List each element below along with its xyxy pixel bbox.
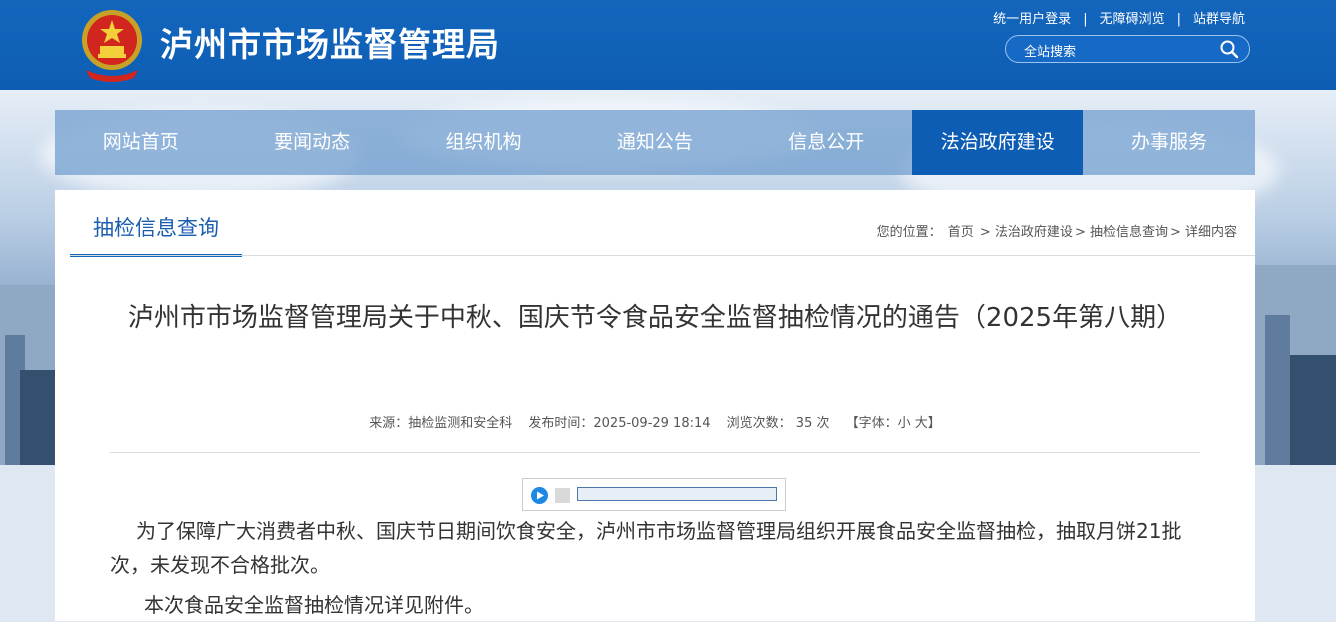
article-source: 来源：抽检监测和安全科 — [369, 416, 513, 431]
breadcrumb: 您的位置： 首页 > 法治政府建设 > 抽检信息查询 > 详细内容 — [876, 221, 1238, 240]
site-title[interactable]: 泸州市市场监督管理局 — [160, 22, 500, 68]
nav-item-rule-of-law[interactable]: 法治政府建设 — [911, 110, 1084, 175]
section-tab[interactable]: 抽检信息查询 — [70, 214, 242, 257]
nav-item-home[interactable]: 网站首页 — [55, 110, 226, 175]
national-emblem-icon — [82, 10, 142, 82]
search-box[interactable]: 全站搜索 — [1005, 35, 1250, 63]
play-icon[interactable] — [531, 487, 548, 504]
nav-item-services[interactable]: 办事服务 — [1083, 110, 1254, 175]
article-paragraph: 本次食品安全监督抽检情况详见附件。 — [144, 593, 484, 617]
nav-item-organization[interactable]: 组织机构 — [398, 110, 569, 175]
separator: | — [1176, 12, 1181, 27]
breadcrumb-detail: > 详细内容 — [1169, 225, 1237, 240]
breadcrumb-prefix: 您的位置： — [876, 225, 942, 240]
article-meta: 来源：抽检监测和安全科 发布时间：2025-09-29 18:14 浏览次数： … — [55, 412, 1255, 431]
breadcrumb-home[interactable]: 首页 — [948, 225, 974, 240]
stop-button[interactable] — [555, 488, 570, 503]
article-title: 泸州市市场监督管理局关于中秋、国庆节令食品安全监督抽检情况的通告（2025年第八… — [127, 303, 1183, 333]
nav-item-notices[interactable]: 通知公告 — [569, 110, 740, 175]
main-nav: 网站首页 要闻动态 组织机构 通知公告 信息公开 法治政府建设 办事服务 — [55, 110, 1255, 175]
separator: | — [1083, 12, 1088, 27]
meta-divider — [110, 452, 1200, 453]
site-group-nav-link[interactable]: 站群导航 — [1193, 12, 1245, 27]
tab-divider — [70, 255, 1255, 256]
login-link[interactable]: 统一用户登录 — [993, 12, 1071, 27]
article-publish-time: 发布时间：2025-09-29 18:14 — [528, 416, 711, 431]
search-input[interactable]: 全站搜索 — [1024, 41, 1076, 60]
content-panel: 抽检信息查询 您的位置： 首页 > 法治政府建设 > 抽检信息查询 > 详细内容 泸… — [55, 190, 1255, 621]
audio-progress-bar[interactable] — [577, 487, 777, 501]
article-paragraph: 为了保障广大消费者中秋、国庆节日期间饮食安全，泸州市市场监督管理局组织开展食品安… — [110, 519, 1182, 577]
nav-item-news[interactable]: 要闻动态 — [226, 110, 397, 175]
font-size-control[interactable]: 【字体：小 大】 — [846, 416, 941, 431]
breadcrumb-inspection[interactable]: > 抽检信息查询 — [1075, 225, 1168, 240]
audio-player — [522, 478, 786, 511]
accessibility-link[interactable]: 无障碍浏览 — [1100, 12, 1165, 27]
article-views: 浏览次数： 35 次 — [726, 416, 830, 431]
breadcrumb-rule-of-law[interactable]: > 法治政府建设 — [980, 225, 1073, 240]
site-header: 泸州市市场监督管理局 统一用户登录 | 无障碍浏览 | 站群导航 全站搜索 — [0, 0, 1336, 90]
search-icon[interactable] — [1219, 39, 1239, 59]
nav-item-info-disclosure[interactable]: 信息公开 — [741, 110, 912, 175]
top-links: 统一用户登录 | 无障碍浏览 | 站群导航 — [993, 8, 1245, 27]
